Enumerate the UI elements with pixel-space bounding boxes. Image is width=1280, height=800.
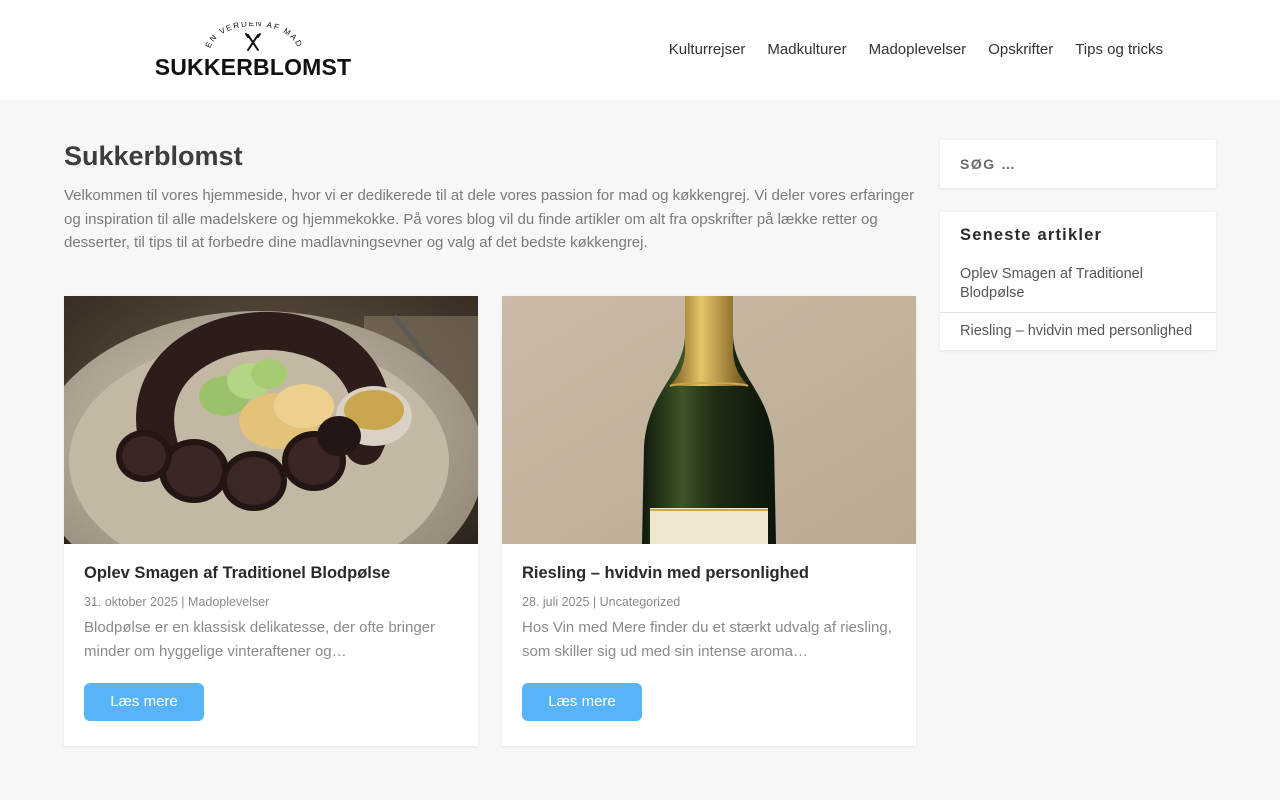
nav-item-madkulturer[interactable]: Madkulturer — [767, 40, 846, 60]
search-input[interactable] — [940, 140, 1216, 188]
recent-post-link[interactable]: Riesling – hvidvin med personlighed — [940, 312, 1216, 350]
nav-item-kulturrejser[interactable]: Kulturrejser — [669, 40, 746, 60]
site-logo[interactable]: EN VERDEN AF MAD SUKKERBLOMST — [152, 22, 354, 80]
meta-separator: | — [589, 595, 600, 609]
post-meta: 28. juli 2025 | Uncategorized — [522, 594, 896, 610]
post-grid: Oplev Smagen af Traditionel Blodpølse 31… — [64, 296, 916, 746]
intro-section: Sukkerblomst Velkommen til vores hjemmes… — [64, 140, 916, 255]
post-date: 28. juli 2025 — [522, 595, 590, 609]
post-card: Oplev Smagen af Traditionel Blodpølse 31… — [64, 296, 478, 746]
page-title: Sukkerblomst — [64, 141, 243, 171]
post-date: 31. oktober 2025 — [84, 595, 178, 609]
read-more-button[interactable]: Læs mere — [84, 683, 204, 721]
nav-item-opskrifter[interactable]: Opskrifter — [988, 40, 1053, 60]
nav-item-tips-og-tricks[interactable]: Tips og tricks — [1075, 40, 1163, 60]
wine-bottle-photo[interactable] — [502, 296, 916, 544]
recent-post-link[interactable]: Oplev Smagen af Traditionel Blodpølse — [940, 256, 1216, 312]
meta-separator: | — [177, 595, 189, 609]
post-card-body: Riesling – hvidvin med personlighed 28. … — [502, 544, 916, 721]
post-category-link[interactable]: Uncategorized — [600, 595, 681, 609]
logo-name: SUKKERBLOMST — [154, 54, 352, 80]
read-more-button[interactable]: Læs mere — [522, 683, 642, 721]
recent-posts-widget: Seneste artikler Oplev Smagen af Traditi… — [940, 212, 1216, 350]
main-nav: Kulturrejser Madkulturer Madoplevelser O… — [669, 40, 1163, 60]
logo-emblem: EN VERDEN AF MAD — [204, 22, 303, 51]
post-title[interactable]: Oplev Smagen af Traditionel Blodpølse — [84, 562, 458, 584]
search-widget — [940, 140, 1216, 188]
site-header: EN VERDEN AF MAD SUKKERBLOMST Kulturrejs… — [0, 0, 1280, 100]
post-card-body: Oplev Smagen af Traditionel Blodpølse 31… — [64, 544, 478, 721]
widget-title: Seneste artikler — [960, 226, 1103, 244]
post-excerpt: Blodpølse er en klassisk delikatesse, de… — [84, 619, 436, 660]
intro-text: Velkommen til vores hjemmeside, hvor vi … — [64, 187, 915, 251]
post-card: Riesling – hvidvin med personlighed 28. … — [502, 296, 916, 746]
post-meta: 31. oktober 2025 | Madoplevelser — [84, 594, 458, 610]
fork-knife-icon — [245, 33, 261, 51]
post-category-link[interactable]: Madoplevelser — [188, 595, 269, 609]
recent-posts-list: Oplev Smagen af Traditionel Blodpølse Ri… — [940, 256, 1216, 350]
blood-sausage-plate-photo[interactable] — [64, 296, 478, 544]
post-title[interactable]: Riesling – hvidvin med personlighed — [522, 562, 896, 584]
sidebar: Seneste artikler Oplev Smagen af Traditi… — [940, 140, 1216, 350]
post-excerpt: Hos Vin med Mere finder du et stærkt udv… — [522, 619, 892, 660]
nav-item-madoplevelser[interactable]: Madoplevelser — [869, 40, 967, 60]
